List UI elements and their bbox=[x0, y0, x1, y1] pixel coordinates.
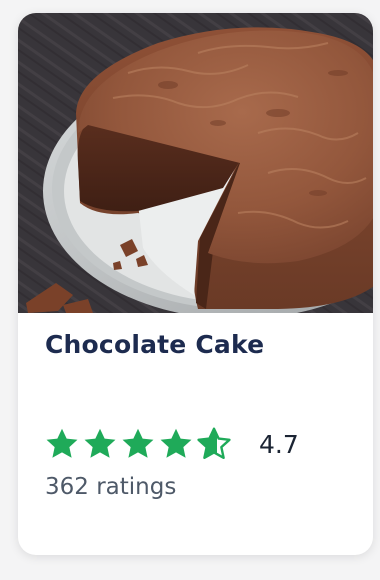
rating-row: 4.7 bbox=[44, 424, 299, 464]
cake-photo bbox=[18, 13, 373, 313]
star-rating bbox=[44, 426, 234, 462]
star-icon bbox=[122, 428, 154, 458]
recipe-card[interactable]: Chocolate Cake 4.7 362 ratings bbox=[18, 13, 373, 555]
rating-value: 4.7 bbox=[259, 429, 299, 459]
star-icon bbox=[46, 428, 78, 458]
star-icon bbox=[84, 428, 116, 458]
star-half-icon bbox=[197, 427, 231, 459]
star-icon bbox=[160, 428, 192, 458]
recipe-title[interactable]: Chocolate Cake bbox=[45, 330, 264, 359]
ratings-count[interactable]: 362 ratings bbox=[45, 474, 176, 500]
